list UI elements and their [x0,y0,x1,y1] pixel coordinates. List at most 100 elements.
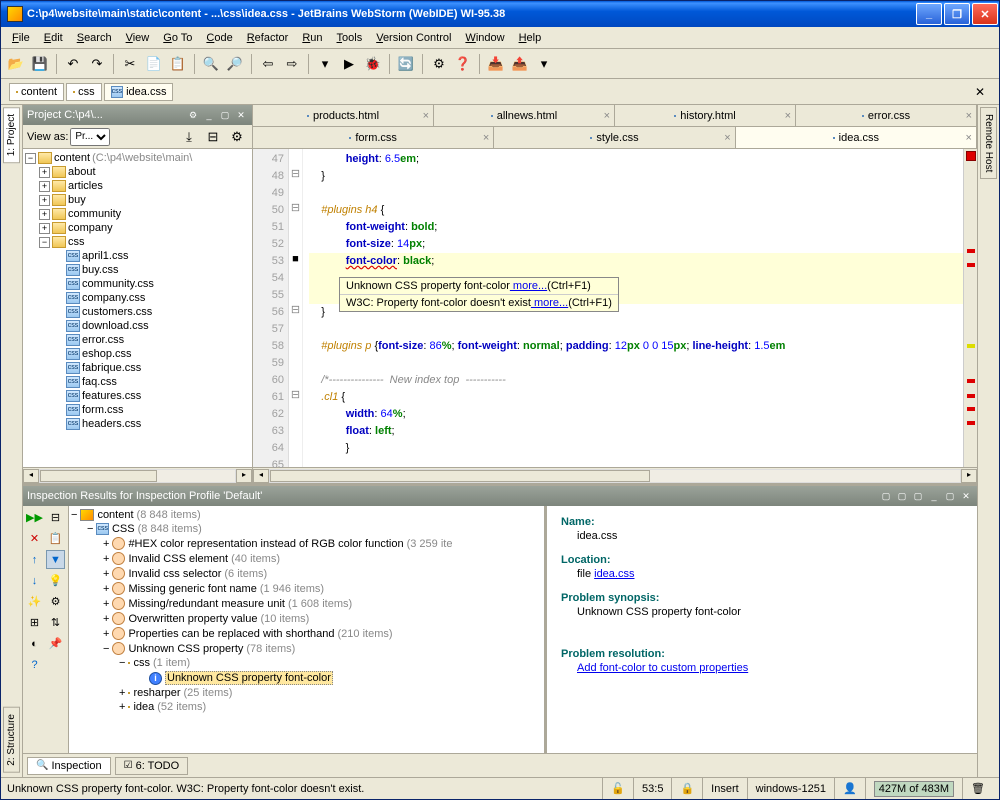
panel-float-icon[interactable]: ▢ [943,489,957,503]
menu-tools[interactable]: Tools [330,30,370,46]
help-icon[interactable]: ? [25,655,44,674]
pin-icon[interactable]: 📌 [46,634,65,653]
inspection-tree[interactable]: −content (8 848 items)−cssCSS (8 848 ite… [69,506,547,753]
panel-close-icon[interactable]: ✕ [959,489,973,503]
inspection-node[interactable]: −content (8 848 items) [71,508,542,522]
status-memory[interactable]: 427M of 483M [874,781,954,797]
tree-node[interactable]: csserror.css [25,333,250,347]
menu-window[interactable]: Window [458,30,511,46]
inspection-node[interactable]: +#HEX color representation instead of RG… [71,536,542,551]
open-icon[interactable]: 📂 [5,53,27,75]
inspection-node[interactable]: +idea (52 items) [71,700,542,714]
close-icon[interactable]: ⊟ [46,508,65,527]
tree-node[interactable]: cssfabrique.css [25,361,250,375]
save-icon[interactable]: 💾 [29,53,51,75]
debug-icon[interactable]: 🐞 [362,53,384,75]
menu-go-to[interactable]: Go To [156,30,199,46]
reload-icon[interactable]: 🔄 [395,53,417,75]
forward-icon[interactable]: ⇨ [281,53,303,75]
tree-node[interactable]: −css [25,235,250,249]
menu-edit[interactable]: Edit [37,30,70,46]
editor-tab[interactable]: style.css× [494,127,735,148]
tree-node[interactable]: +buy [25,193,250,207]
tree-node[interactable]: +community [25,207,250,221]
project-hscroll[interactable]: ◂▸ [23,467,252,483]
panel-btn-icon[interactable]: ▢ [911,489,925,503]
menu-file[interactable]: File [5,30,37,46]
filter-icon[interactable]: ▼ [46,550,65,569]
fold-gutter[interactable]: ⊟⊟■⊟⊟ [289,149,303,467]
panel-minimize-icon[interactable]: _ [927,489,941,503]
inspection-node[interactable]: +Invalid css selector (6 items) [71,566,542,581]
titlebar[interactable]: C:\p4\website\main\static\content - ...\… [1,1,999,27]
tree-node[interactable]: cssform.css [25,403,250,417]
editor-tab[interactable]: allnews.html× [434,105,615,126]
inspection-node[interactable]: +Invalid CSS element (40 items) [71,551,542,566]
back-icon[interactable]: ⇦ [257,53,279,75]
tree-node[interactable]: cssdownload.css [25,319,250,333]
tooltip-more-link[interactable]: more... [531,297,568,309]
panel-btn-icon[interactable]: ▢ [895,489,909,503]
navbar-close-icon[interactable]: ✕ [969,83,991,101]
tree-node[interactable]: −content (C:\p4\website\main\ [25,151,250,165]
tab-close-icon[interactable]: × [966,132,972,144]
bulb-icon[interactable]: 💡 [46,571,65,590]
error-stripe[interactable] [963,149,977,467]
status-position[interactable]: 53:5 [633,778,671,799]
inspection-node[interactable]: −cssCSS (8 848 items) [71,522,542,536]
prev-icon[interactable]: ↑ [25,550,44,569]
project-tool-tab[interactable]: 1: Project [3,107,20,163]
error-indicator-icon[interactable] [966,151,976,161]
status-insert[interactable]: Insert [702,778,747,799]
inspection-node[interactable]: +Missing generic font name (1 946 items) [71,581,542,596]
tab-close-icon[interactable]: × [724,132,730,144]
scroll-to-icon[interactable]: ⤓ [178,126,200,148]
inspection-tab[interactable]: 🔍 Inspection [27,757,111,775]
menu-version-control[interactable]: Version Control [369,30,458,46]
gear-icon[interactable]: ⚙ [46,592,65,611]
inspection-node[interactable]: +resharper (25 items) [71,686,542,700]
editor-tab[interactable]: history.html× [615,105,796,126]
tree-node[interactable]: cssfeatures.css [25,389,250,403]
next-icon[interactable]: ↓ [25,571,44,590]
tree-node[interactable]: +about [25,165,250,179]
tree-node[interactable]: csscustomers.css [25,305,250,319]
find-icon[interactable]: 🔍 [200,53,222,75]
run-icon[interactable]: ▶ [338,53,360,75]
tree-node[interactable]: csseshop.css [25,347,250,361]
build-icon[interactable]: ▾ [314,53,336,75]
structure-tool-tab[interactable]: 2: Structure [3,707,20,773]
project-panel-header[interactable]: Project C:\p4\... ⚙ _ ▢ ✕ [23,105,252,125]
breadcrumb[interactable]: content [9,83,64,101]
status-trash-icon[interactable]: 🗑 [962,778,993,799]
editor-tab[interactable]: error.css× [796,105,977,126]
vcs-icon[interactable]: 📥 [485,53,507,75]
menu-code[interactable]: Code [199,30,239,46]
editor-tab[interactable]: idea.css× [736,127,977,148]
wand-icon[interactable]: ✨ [25,592,44,611]
menu-search[interactable]: Search [70,30,119,46]
diff-icon[interactable]: ⇅ [46,613,65,632]
project-tree[interactable]: −content (C:\p4\website\main\+about+arti… [23,149,252,467]
breadcrumb[interactable]: cssidea.css [104,83,174,101]
panel-btn-icon[interactable]: ▢ [879,489,893,503]
vcs2-icon[interactable]: 📤 [509,53,531,75]
remove-icon[interactable]: ✕ [25,529,44,548]
panel-float-icon[interactable]: ▢ [218,108,232,122]
tree-node[interactable]: cssapril1.css [25,249,250,263]
panel-gear-icon[interactable]: ⚙ [186,108,200,122]
status-lock-icon[interactable]: 🔓 [602,778,633,799]
maximize-button[interactable]: ❐ [944,3,970,25]
status-lock2-icon[interactable]: 🔒 [671,778,702,799]
tree-node[interactable]: +company [25,221,250,235]
menu-view[interactable]: View [119,30,157,46]
tooltip-more-link[interactable]: more... [510,280,547,292]
detail-resolution-link[interactable]: Add font-color to custom properties [577,662,748,674]
status-encoding[interactable]: windows-1251 [747,778,834,799]
tab-close-icon[interactable]: × [483,132,489,144]
settings-icon[interactable]: ⚙ [428,53,450,75]
paste-icon[interactable]: 📋 [167,53,189,75]
rerun-icon[interactable]: ▶▶ [25,508,44,527]
inspection-header[interactable]: Inspection Results for Inspection Profil… [23,486,977,506]
editor-hscroll[interactable]: ◂▸ [253,467,977,483]
